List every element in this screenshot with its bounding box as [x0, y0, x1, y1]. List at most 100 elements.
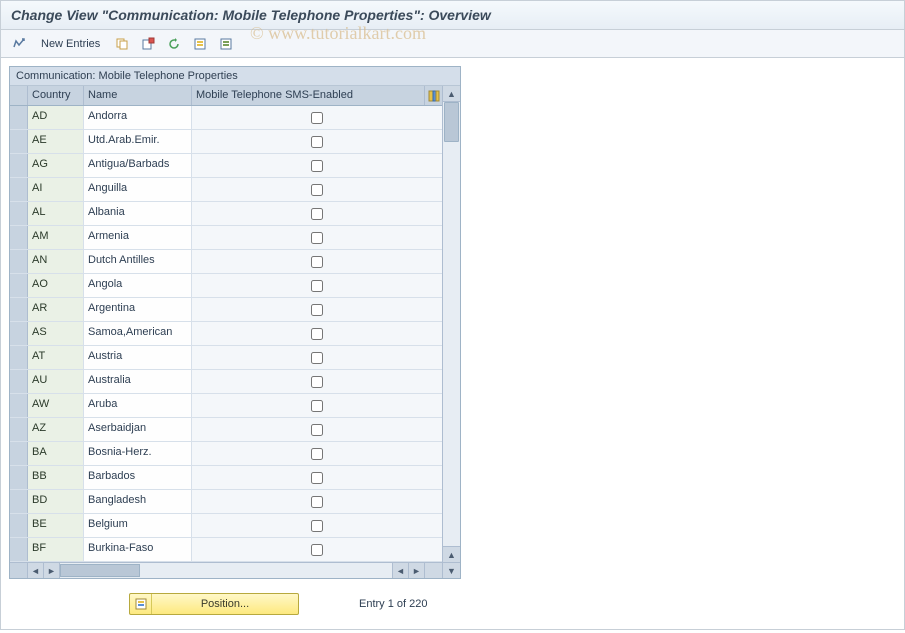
sms-checkbox[interactable]	[311, 424, 323, 436]
table-row[interactable]: BABosnia-Herz.	[10, 442, 442, 466]
cell-name[interactable]: Burkina-Faso	[84, 538, 192, 561]
cell-country[interactable]: AE	[28, 130, 84, 153]
hscroll-thumb[interactable]	[60, 564, 140, 577]
table-row[interactable]: ANDutch Antilles	[10, 250, 442, 274]
sms-checkbox[interactable]	[311, 544, 323, 556]
table-row[interactable]: AWAruba	[10, 394, 442, 418]
row-selector[interactable]	[10, 514, 28, 537]
sms-checkbox[interactable]	[311, 280, 323, 292]
sms-checkbox[interactable]	[311, 376, 323, 388]
row-selector[interactable]	[10, 466, 28, 489]
scroll-down-icon[interactable]: ▼	[443, 562, 460, 578]
cell-name[interactable]: Barbados	[84, 466, 192, 489]
cell-country[interactable]: AM	[28, 226, 84, 249]
table-row[interactable]: ASSamoa,American	[10, 322, 442, 346]
cell-name[interactable]: Belgium	[84, 514, 192, 537]
cell-country[interactable]: BF	[28, 538, 84, 561]
header-select-all[interactable]	[10, 86, 28, 105]
row-selector[interactable]	[10, 298, 28, 321]
cell-country[interactable]: BD	[28, 490, 84, 513]
position-button[interactable]: Position...	[129, 593, 299, 615]
sms-checkbox[interactable]	[311, 472, 323, 484]
row-selector[interactable]	[10, 130, 28, 153]
table-row[interactable]: AEUtd.Arab.Emir.	[10, 130, 442, 154]
row-selector[interactable]	[10, 322, 28, 345]
cell-country[interactable]: AR	[28, 298, 84, 321]
cell-name[interactable]: Samoa,American	[84, 322, 192, 345]
copy-icon[interactable]	[112, 34, 132, 54]
cell-country[interactable]: AS	[28, 322, 84, 345]
cell-country[interactable]: AG	[28, 154, 84, 177]
cell-name[interactable]: Andorra	[84, 106, 192, 129]
undo-icon[interactable]	[164, 34, 184, 54]
sms-checkbox[interactable]	[311, 352, 323, 364]
cell-country[interactable]: AT	[28, 346, 84, 369]
vscroll-track[interactable]	[443, 102, 460, 546]
cell-name[interactable]: Aruba	[84, 394, 192, 417]
row-selector[interactable]	[10, 346, 28, 369]
sms-checkbox[interactable]	[311, 328, 323, 340]
sms-checkbox[interactable]	[311, 112, 323, 124]
sms-checkbox[interactable]	[311, 232, 323, 244]
sms-checkbox[interactable]	[311, 136, 323, 148]
row-selector[interactable]	[10, 394, 28, 417]
delete-icon[interactable]	[138, 34, 158, 54]
cell-name[interactable]: Bangladesh	[84, 490, 192, 513]
scroll-down-small-icon[interactable]: ▲	[443, 546, 460, 562]
cell-name[interactable]: Utd.Arab.Emir.	[84, 130, 192, 153]
cell-name[interactable]: Bosnia-Herz.	[84, 442, 192, 465]
table-row[interactable]: BBBarbados	[10, 466, 442, 490]
row-selector[interactable]	[10, 418, 28, 441]
col-header-sms[interactable]: Mobile Telephone SMS-Enabled	[192, 86, 424, 105]
cell-country[interactable]: AW	[28, 394, 84, 417]
configure-columns-icon[interactable]	[424, 86, 442, 105]
scroll-right-end-icon[interactable]: ►	[408, 563, 424, 578]
table-row[interactable]: AMArmenia	[10, 226, 442, 250]
scroll-left-end-icon[interactable]: ◄	[392, 563, 408, 578]
vertical-scrollbar[interactable]: ▲ ▲ ▼	[442, 86, 460, 578]
row-selector[interactable]	[10, 154, 28, 177]
row-selector[interactable]	[10, 538, 28, 561]
cell-country[interactable]: AD	[28, 106, 84, 129]
select-all-icon[interactable]	[190, 34, 210, 54]
cell-name[interactable]: Angola	[84, 274, 192, 297]
cell-name[interactable]: Dutch Antilles	[84, 250, 192, 273]
row-selector[interactable]	[10, 202, 28, 225]
sms-checkbox[interactable]	[311, 520, 323, 532]
sms-checkbox[interactable]	[311, 208, 323, 220]
cell-country[interactable]: AI	[28, 178, 84, 201]
cell-country[interactable]: AU	[28, 370, 84, 393]
horizontal-scrollbar[interactable]: ◄ ► ◄ ►	[10, 562, 442, 578]
cell-country[interactable]: BE	[28, 514, 84, 537]
sms-checkbox[interactable]	[311, 256, 323, 268]
table-row[interactable]: ALAlbania	[10, 202, 442, 226]
row-selector[interactable]	[10, 226, 28, 249]
new-entries-button[interactable]: New Entries	[35, 34, 106, 54]
cell-country[interactable]: BA	[28, 442, 84, 465]
scroll-right-step-icon[interactable]: ►	[44, 563, 60, 578]
table-row[interactable]: BFBurkina-Faso	[10, 538, 442, 562]
cell-name[interactable]: Aserbaidjan	[84, 418, 192, 441]
cell-name[interactable]: Armenia	[84, 226, 192, 249]
cell-country[interactable]: AN	[28, 250, 84, 273]
cell-name[interactable]: Antigua/Barbads	[84, 154, 192, 177]
table-row[interactable]: BDBangladesh	[10, 490, 442, 514]
row-selector[interactable]	[10, 250, 28, 273]
col-header-name[interactable]: Name	[84, 86, 192, 105]
cell-name[interactable]: Austria	[84, 346, 192, 369]
cell-name[interactable]: Anguilla	[84, 178, 192, 201]
vscroll-thumb[interactable]	[444, 102, 459, 142]
table-row[interactable]: AZAserbaidjan	[10, 418, 442, 442]
table-row[interactable]: ATAustria	[10, 346, 442, 370]
sms-checkbox[interactable]	[311, 160, 323, 172]
cell-country[interactable]: AZ	[28, 418, 84, 441]
table-row[interactable]: AOAngola	[10, 274, 442, 298]
row-selector[interactable]	[10, 490, 28, 513]
table-row[interactable]: ADAndorra	[10, 106, 442, 130]
scroll-up-icon[interactable]: ▲	[443, 86, 460, 102]
table-row[interactable]: AIAnguilla	[10, 178, 442, 202]
deselect-all-icon[interactable]	[216, 34, 236, 54]
hscroll-track[interactable]	[60, 563, 392, 578]
cell-country[interactable]: AL	[28, 202, 84, 225]
sms-checkbox[interactable]	[311, 400, 323, 412]
